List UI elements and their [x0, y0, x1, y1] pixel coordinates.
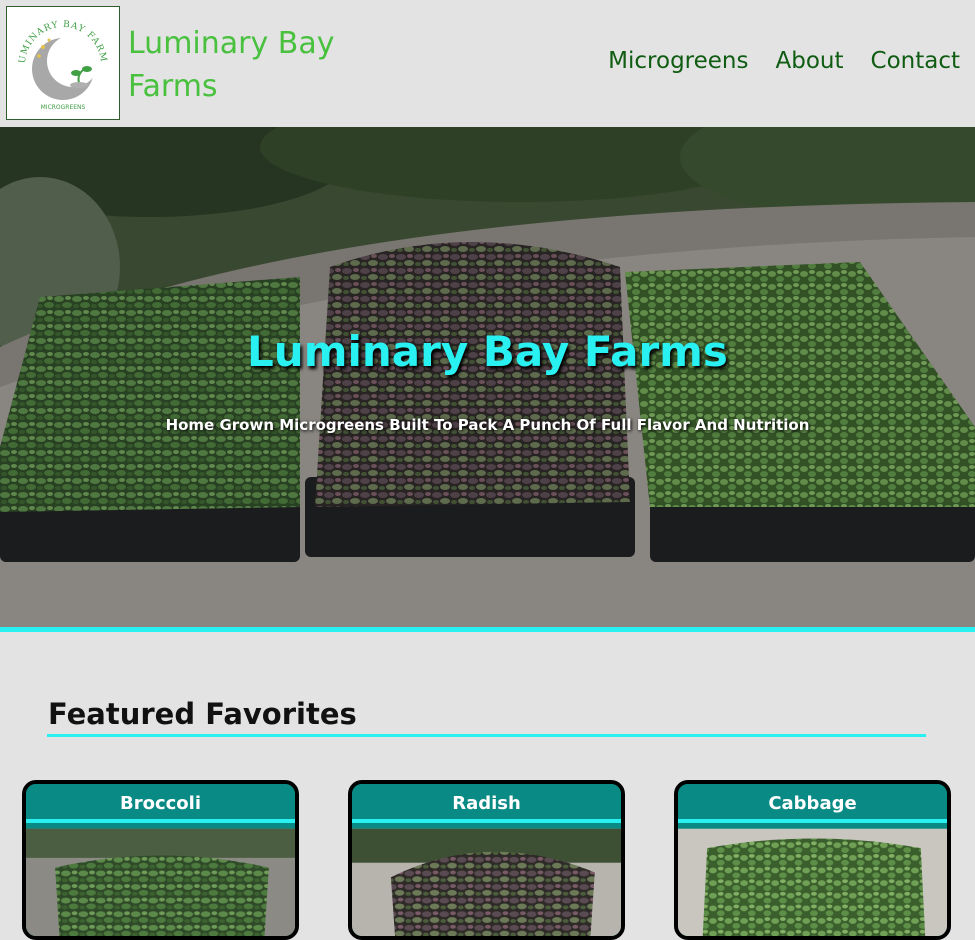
site-logo[interactable]: LUMINARY BAY FARMS MICROGREENS	[3, 0, 120, 120]
product-card-radish[interactable]: Radish	[348, 780, 625, 940]
cabbage-photo	[678, 828, 947, 936]
site-title[interactable]: Luminary Bay Farms	[128, 22, 368, 108]
card-title: Cabbage	[678, 784, 947, 823]
nav-microgreens[interactable]: Microgreens	[608, 48, 748, 74]
card-title: Broccoli	[26, 784, 295, 823]
hero-title: Luminary Bay Farms	[247, 327, 728, 376]
product-card-cabbage[interactable]: Cabbage	[674, 780, 951, 940]
nav-about[interactable]: About	[776, 48, 844, 74]
site-title-line1: Luminary Bay	[128, 26, 335, 61]
hero-banner: Luminary Bay Farms Home Grown Microgreen…	[0, 127, 975, 627]
featured-heading: Featured Favorites	[48, 697, 357, 731]
site-title-line2: Farms	[128, 69, 218, 104]
product-card-broccoli[interactable]: Broccoli	[22, 780, 299, 940]
broccoli-photo	[26, 828, 295, 936]
radish-photo	[352, 828, 621, 936]
site-header: LUMINARY BAY FARMS MICROGREENS Luminary …	[0, 0, 975, 127]
svg-text:MICROGREENS: MICROGREENS	[41, 104, 86, 111]
moon-logo-icon: LUMINARY BAY FARMS MICROGREENS	[3, 0, 107, 111]
hero-subtitle: Home Grown Microgreens Built To Pack A P…	[165, 416, 810, 434]
hero-microgreens-image	[0, 127, 975, 627]
card-title: Radish	[352, 784, 621, 823]
main-nav: Microgreens About Contact	[608, 48, 960, 74]
featured-divider	[47, 734, 926, 737]
hero-divider	[0, 627, 975, 632]
nav-contact[interactable]: Contact	[871, 48, 960, 74]
